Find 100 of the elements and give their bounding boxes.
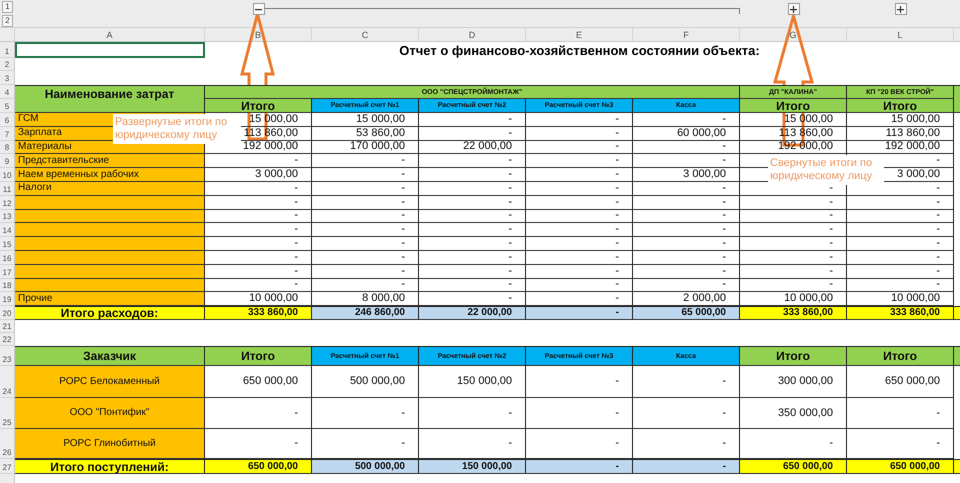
row-number[interactable]: 5 — [0, 99, 15, 113]
table-cell: - — [526, 223, 633, 238]
row-number[interactable]: 6 — [0, 113, 15, 127]
table-cell: - — [847, 237, 954, 251]
column-header[interactable]: B — [205, 28, 312, 42]
column-header[interactable]: A — [15, 28, 205, 42]
table-cell: - — [419, 126, 526, 141]
table-cell: - — [205, 223, 312, 238]
table-cell: - — [419, 196, 526, 210]
column-header: Наименование затрат — [15, 85, 205, 113]
table-cell: - — [419, 182, 526, 196]
table-cell: - — [633, 398, 740, 430]
selected-cell[interactable] — [15, 42, 205, 58]
annotation-text: Развернутые итоги по юридическому лицу — [113, 114, 241, 144]
row-number[interactable]: 7 — [0, 126, 15, 141]
row-number[interactable]: 26 — [0, 429, 15, 460]
column-header[interactable]: L — [847, 28, 954, 42]
table-cell: 3 000,00 — [633, 168, 740, 182]
table-cell: РОРС Белокаменный — [15, 366, 205, 398]
table-cell: - — [312, 223, 419, 238]
table-cell — [954, 306, 960, 320]
table-cell: - — [526, 278, 633, 292]
row-number[interactable]: 3 — [0, 71, 15, 85]
plus-icon — [790, 6, 797, 12]
row-number[interactable]: 27 — [0, 459, 15, 474]
total-label: Итого расходов: — [15, 306, 205, 320]
outline-level-button[interactable]: 1 — [2, 1, 13, 13]
table-cell — [954, 459, 960, 474]
table-cell: - — [419, 168, 526, 182]
column-header[interactable]: C — [312, 28, 419, 42]
table-cell: Представительские — [15, 154, 205, 168]
table-cell: 22 000,00 — [419, 140, 526, 154]
total-cell: 333 860,00 — [205, 306, 312, 320]
plus-icon — [897, 6, 904, 12]
total-cell: 333 860,00 — [740, 306, 847, 320]
row-number[interactable]: 8 — [0, 140, 15, 154]
table-cell: - — [633, 237, 740, 251]
row-number[interactable]: 18 — [0, 278, 15, 292]
table-cell: - — [526, 264, 633, 279]
row-number[interactable]: 9 — [0, 154, 15, 168]
table-cell: - — [847, 278, 954, 292]
table-cell: - — [312, 210, 419, 224]
total-cell: 333 860,00 — [847, 306, 954, 320]
row-number[interactable]: 14 — [0, 223, 15, 238]
outline-level-button[interactable]: 2 — [2, 15, 13, 27]
row-number[interactable]: 11 — [0, 182, 15, 196]
table-cell: - — [205, 250, 312, 265]
total-cell: 650 000,00 — [205, 459, 312, 474]
row-number[interactable]: 4 — [0, 85, 15, 99]
table-cell: 650 000,00 — [847, 366, 954, 398]
row-number[interactable]: 13 — [0, 210, 15, 224]
table-cell: - — [526, 398, 633, 430]
total-cell: 650 000,00 — [740, 459, 847, 474]
table-cell: - — [312, 278, 419, 292]
table-cell: - — [847, 223, 954, 238]
table-cell: 192 000,00 — [847, 140, 954, 154]
row-number[interactable]: 1 — [0, 42, 15, 58]
row-number[interactable]: 21 — [0, 320, 15, 334]
table-cell: - — [205, 182, 312, 196]
row-number[interactable]: 23 — [0, 346, 15, 366]
table-cell: - — [312, 264, 419, 279]
expand-group-button[interactable] — [894, 3, 906, 15]
table-cell: - — [740, 250, 847, 265]
table-cell: - — [312, 237, 419, 251]
row-number[interactable]: 22 — [0, 333, 15, 346]
table-cell: - — [847, 264, 954, 279]
table-cell: 3 000,00 — [205, 168, 312, 182]
row-number[interactable]: 2 — [0, 58, 15, 71]
expand-group-button[interactable] — [788, 3, 800, 15]
row-number[interactable]: 17 — [0, 264, 15, 279]
table-cell: - — [205, 398, 312, 430]
total-cell: 22 000,00 — [419, 306, 526, 320]
table-cell: - — [419, 250, 526, 265]
table-cell: - — [526, 113, 633, 127]
annotation-text: Свернутые итоги по юридическому лицу — [768, 155, 884, 185]
table-cell: - — [419, 154, 526, 168]
table-cell: - — [633, 140, 740, 154]
table-cell: - — [526, 196, 633, 210]
column-header[interactable]: E — [526, 28, 633, 42]
column-header[interactable]: D — [419, 28, 526, 42]
table-cell: - — [205, 210, 312, 224]
row-number[interactable]: 16 — [0, 250, 15, 265]
row-number[interactable]: 15 — [0, 237, 15, 251]
row-number[interactable]: 10 — [0, 168, 15, 182]
row-number[interactable]: 20 — [0, 306, 15, 320]
table-cell: - — [847, 210, 954, 224]
table-cell: - — [419, 113, 526, 127]
row-number[interactable]: 25 — [0, 398, 15, 430]
column-header[interactable]: F — [633, 28, 740, 42]
column-header[interactable]: G — [740, 28, 847, 42]
table-cell: - — [419, 237, 526, 251]
table-cell: - — [419, 210, 526, 224]
collapse-group-button[interactable] — [252, 3, 264, 15]
table-cell: - — [526, 154, 633, 168]
row-number[interactable]: 19 — [0, 292, 15, 306]
table-cell: 113 860,00 — [847, 126, 954, 141]
table-cell: - — [312, 250, 419, 265]
row-number[interactable]: 24 — [0, 366, 15, 398]
row-number[interactable]: 12 — [0, 196, 15, 210]
table-cell: - — [633, 250, 740, 265]
